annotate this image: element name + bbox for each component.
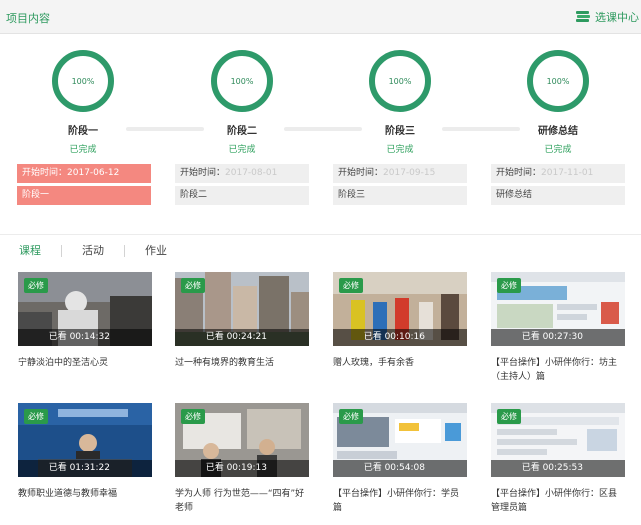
course-thumbnail[interactable]: 必修 已看 00:25:53: [491, 403, 625, 477]
course-title[interactable]: 学为人师 行为世范——“四有”好老师: [175, 487, 309, 515]
course-thumbnail[interactable]: 必修 已看 01:31:22: [18, 403, 152, 477]
required-badge: 必修: [181, 409, 205, 424]
required-badge: 必修: [24, 409, 48, 424]
stage-4-start-time: 开始时间：2017-11-01: [491, 164, 625, 183]
course-thumbnail[interactable]: 必修 已看 00:19:13: [175, 403, 309, 477]
stage-1-start-time: 开始时间：2017-06-12: [17, 164, 151, 183]
stage-2[interactable]: 100% 阶段二 已完成: [197, 50, 287, 155]
required-badge: 必修: [339, 278, 363, 293]
stage-1[interactable]: 100% 阶段一 已完成: [38, 50, 128, 155]
course-card[interactable]: 必修 已看 00:19:13 学为人师 行为世范——“四有”好老师: [175, 403, 309, 515]
stage-name: 研修总结: [538, 126, 578, 137]
tab-courses[interactable]: 课程: [19, 244, 41, 258]
course-card[interactable]: 必修 已看 00:10:16 赠人玫瑰，手有余香: [333, 272, 467, 370]
watched-time: 已看 00:14:32: [18, 329, 152, 346]
course-card[interactable]: 必修 已看 00:25:53 【平台操作】小研伴你行：区县管理员篇: [491, 403, 625, 515]
stage-4[interactable]: 100% 研修总结 已完成: [513, 50, 603, 155]
stage-connector: [126, 127, 204, 131]
stage-3-start-time: 开始时间：2017-09-15: [333, 164, 467, 183]
book-stack-icon: [575, 10, 591, 24]
course-thumbnail[interactable]: 必修 已看 00:27:30: [491, 272, 625, 346]
watched-time: 已看 00:19:13: [175, 460, 309, 477]
progress-ring: 100%: [369, 50, 431, 112]
course-center-label: 选课中心: [595, 11, 639, 24]
watched-time: 已看 00:10:16: [333, 329, 467, 346]
stage-1-label[interactable]: 阶段一: [17, 186, 151, 205]
course-thumbnail[interactable]: 必修 已看 00:24:21: [175, 272, 309, 346]
tab-activities[interactable]: 活动: [82, 244, 104, 258]
stage-3-label[interactable]: 阶段三: [333, 186, 467, 205]
progress-percent: 100%: [71, 76, 95, 86]
stage-3[interactable]: 100% 阶段三 已完成: [355, 50, 445, 155]
stage-name: 阶段一: [68, 126, 98, 137]
course-card[interactable]: 必修 已看 00:24:21 过一种有境界的教育生活: [175, 272, 309, 370]
course-center-link[interactable]: 选课中心: [575, 9, 639, 25]
required-badge: 必修: [24, 278, 48, 293]
tab-separator: [124, 245, 125, 257]
course-thumbnail[interactable]: 必修 已看 00:54:08: [333, 403, 467, 477]
stage-name: 阶段二: [227, 126, 257, 137]
stage-2-start-time: 开始时间：2017-08-01: [175, 164, 309, 183]
progress-ring: 100%: [211, 50, 273, 112]
course-title[interactable]: 过一种有境界的教育生活: [175, 356, 309, 370]
stage-4-label[interactable]: 研修总结: [491, 186, 625, 205]
watched-time: 已看 00:24:21: [175, 329, 309, 346]
stage-status: 已完成: [386, 145, 414, 155]
tab-separator: [61, 245, 62, 257]
stage-connector: [442, 127, 520, 131]
required-badge: 必修: [497, 409, 521, 424]
course-card[interactable]: 必修 已看 00:27:30 【平台操作】小研伴你行：坊主（主持人）篇: [491, 272, 625, 384]
watched-time: 已看 00:25:53: [491, 460, 625, 477]
progress-percent: 100%: [230, 76, 254, 86]
stage-connector: [284, 127, 362, 131]
tab-homework[interactable]: 作业: [145, 244, 167, 258]
progress-ring: 100%: [52, 50, 114, 112]
progress-percent: 100%: [388, 76, 412, 86]
course-title[interactable]: 赠人玫瑰，手有余香: [333, 356, 467, 370]
stage-status: 已完成: [544, 145, 572, 155]
course-thumbnail[interactable]: 必修 已看 00:14:32: [18, 272, 152, 346]
section-divider: [0, 234, 641, 235]
course-title[interactable]: 【平台操作】小研伴你行：区县管理员篇: [491, 487, 625, 515]
top-bar: 项目内容 选课中心: [0, 0, 641, 34]
stage-status: 已完成: [228, 145, 256, 155]
content-tabs: 课程 活动 作业: [19, 244, 167, 258]
stage-name: 阶段三: [385, 126, 415, 137]
course-title[interactable]: 【平台操作】小研伴你行：坊主（主持人）篇: [491, 356, 625, 384]
stage-2-label[interactable]: 阶段二: [175, 186, 309, 205]
course-thumbnail[interactable]: 必修 已看 00:10:16: [333, 272, 467, 346]
required-badge: 必修: [181, 278, 205, 293]
course-title[interactable]: 教师职业道德与教师幸福: [18, 487, 152, 501]
page-title: 项目内容: [6, 12, 50, 25]
course-card[interactable]: 必修 已看 00:54:08 【平台操作】小研伴你行：学员篇: [333, 403, 467, 515]
watched-time: 已看 01:31:22: [18, 460, 152, 477]
course-card[interactable]: 必修 已看 01:31:22 教师职业道德与教师幸福: [18, 403, 152, 501]
progress-ring: 100%: [527, 50, 589, 112]
required-badge: 必修: [497, 278, 521, 293]
watched-time: 已看 00:27:30: [491, 329, 625, 346]
required-badge: 必修: [339, 409, 363, 424]
course-card[interactable]: 必修 已看 00:14:32 宁静淡泊中的圣洁心灵: [18, 272, 152, 370]
course-title[interactable]: 【平台操作】小研伴你行：学员篇: [333, 487, 467, 515]
progress-percent: 100%: [546, 76, 570, 86]
watched-time: 已看 00:54:08: [333, 460, 467, 477]
stage-status: 已完成: [69, 145, 97, 155]
course-title[interactable]: 宁静淡泊中的圣洁心灵: [18, 356, 152, 370]
